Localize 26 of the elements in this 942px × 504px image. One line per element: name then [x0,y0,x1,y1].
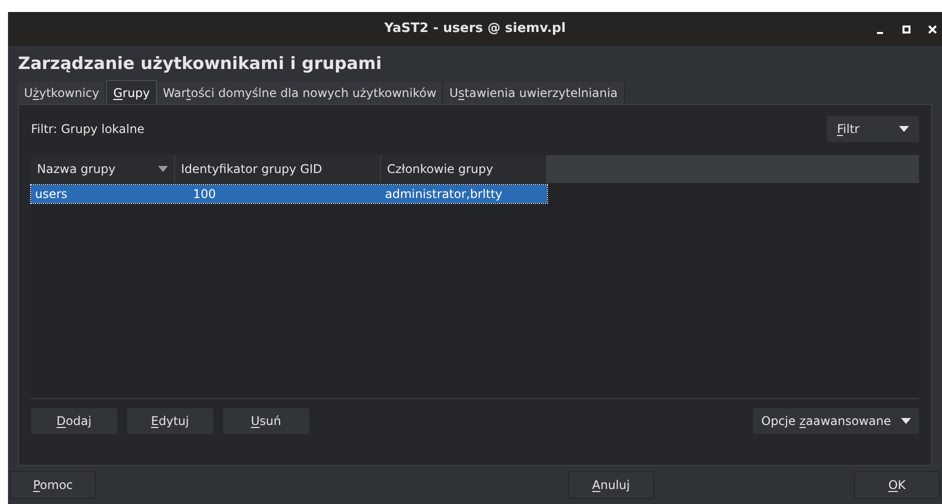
add-button[interactable]: Dodaj [31,408,117,434]
help-button[interactable]: Pomoc [10,471,96,499]
page-heading: Zarządzanie użytkownikami i grupami [17,53,383,76]
column-header[interactable]: Nazwa grupy [31,155,175,183]
window-title: YaST2 - users @ siemv.pl [384,20,566,38]
table-cell-text: 100 [192,186,217,203]
tab[interactable]: Ustawienia uwierzytelniania [443,82,625,104]
tab[interactable]: Grupy [106,80,157,104]
tab[interactable]: Wartości domyślne dla nowych użytkowników [156,82,444,104]
filter-button[interactable]: Filtr [827,116,919,142]
table-row[interactable]: users 100 administrator,brltty [31,185,547,203]
ok-button[interactable]: OK [854,471,940,499]
cancel-button[interactable]: Anuluj [568,471,654,499]
delete-button[interactable]: Usuń [223,408,309,434]
table-cell-text: users [34,186,68,203]
column-header[interactable]: Identyfikator grupy GID [175,155,381,183]
filter-label: Filtr: Grupy lokalne [31,121,144,138]
caret-icon [901,418,911,424]
tab[interactable]: Użytkownicy [18,82,106,104]
maximize-icon[interactable] [900,23,912,35]
caret-icon [899,126,909,132]
advanced-options-button[interactable]: Opcje zaawansowane [753,408,919,434]
table-cell-text: administrator,brltty [384,186,504,203]
column-header[interactable]: Członkowie grupy [381,155,547,183]
close-icon[interactable] [926,23,938,35]
edit-button[interactable]: Edytuj [127,408,213,434]
